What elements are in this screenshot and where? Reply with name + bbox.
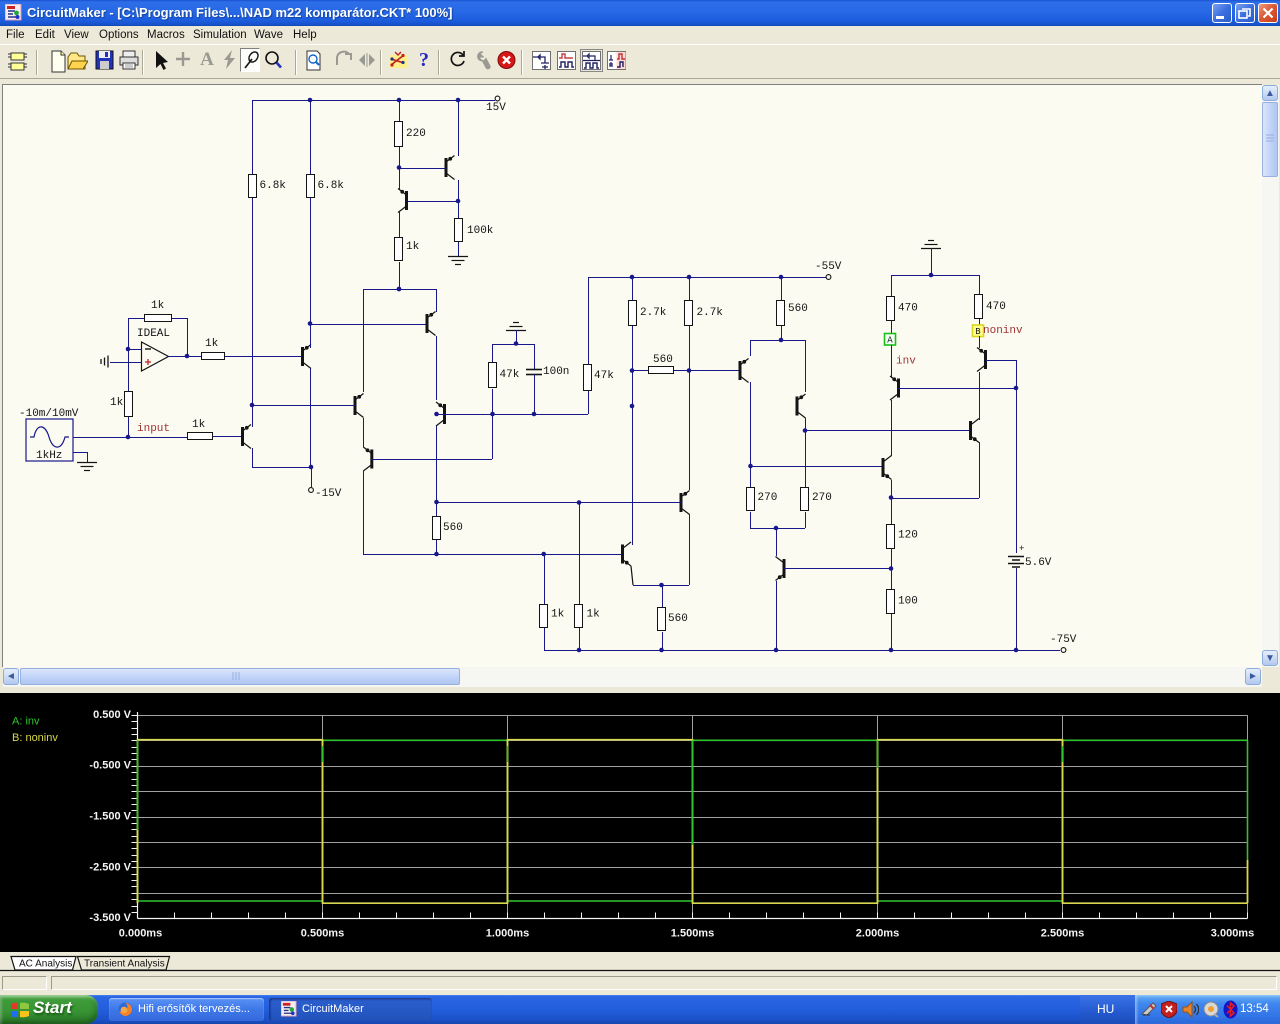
- svg-text:1k: 1k: [406, 241, 420, 253]
- svg-text:input: input: [137, 423, 170, 435]
- svg-text:1kHz: 1kHz: [36, 450, 62, 462]
- svg-text:560: 560: [668, 613, 688, 625]
- svg-text:1.000ms: 1.000ms: [486, 927, 529, 939]
- svg-text:2.7k: 2.7k: [697, 307, 724, 319]
- svg-text:220: 220: [406, 128, 426, 140]
- svg-text:15V: 15V: [486, 102, 506, 114]
- svg-text:2.500ms: 2.500ms: [1041, 927, 1084, 939]
- svg-text:-75V: -75V: [1050, 634, 1077, 646]
- svg-text:100: 100: [898, 595, 918, 607]
- svg-text:B: noninv: B: noninv: [12, 732, 58, 744]
- svg-text:-10m/10mV: -10m/10mV: [19, 408, 79, 420]
- svg-text:inv: inv: [896, 355, 916, 367]
- svg-text:560: 560: [443, 522, 463, 534]
- svg-text:6.8k: 6.8k: [260, 180, 287, 192]
- svg-text:100k: 100k: [467, 225, 494, 237]
- svg-text:?: ?: [419, 49, 429, 71]
- svg-text:1k: 1k: [192, 419, 206, 431]
- svg-text:1k: 1k: [205, 338, 219, 350]
- svg-text:+: +: [1019, 544, 1024, 554]
- svg-text:IDEAL: IDEAL: [137, 328, 170, 340]
- svg-text:5.6V: 5.6V: [1025, 557, 1052, 569]
- svg-text:1k: 1k: [151, 300, 165, 312]
- svg-text:-1.500 V: -1.500 V: [89, 811, 131, 823]
- svg-text:0.500 V: 0.500 V: [93, 709, 132, 721]
- svg-text:1k: 1k: [551, 608, 565, 620]
- svg-text:470: 470: [898, 302, 918, 314]
- svg-text:noninv: noninv: [983, 325, 1023, 337]
- svg-text:-55V: -55V: [815, 261, 842, 273]
- svg-text:560: 560: [653, 354, 673, 366]
- svg-text:-3.500 V: -3.500 V: [89, 912, 131, 924]
- svg-text:A: A: [200, 49, 214, 70]
- svg-text:1k: 1k: [110, 397, 124, 409]
- svg-text:2.000ms: 2.000ms: [856, 927, 899, 939]
- svg-text:-0.500 V: -0.500 V: [89, 760, 131, 772]
- svg-text:3.000ms: 3.000ms: [1211, 927, 1254, 939]
- svg-text:470: 470: [986, 301, 1006, 313]
- svg-text:560: 560: [788, 303, 808, 315]
- svg-text:1k: 1k: [587, 608, 601, 620]
- svg-text:A: inv: A: inv: [12, 716, 40, 728]
- svg-text:-2.500 V: -2.500 V: [89, 861, 131, 873]
- svg-text:0.000ms: 0.000ms: [119, 927, 162, 939]
- svg-text:Transient Analysis: Transient Analysis: [84, 959, 165, 970]
- svg-text:0.500ms: 0.500ms: [301, 927, 344, 939]
- svg-text:2.7k: 2.7k: [640, 307, 667, 319]
- svg-text:A: A: [887, 335, 893, 345]
- svg-text:-15V: -15V: [315, 488, 342, 500]
- svg-text:6.8k: 6.8k: [318, 180, 345, 192]
- svg-text:270: 270: [758, 492, 778, 504]
- svg-text:100n: 100n: [543, 366, 569, 378]
- svg-text:1.500ms: 1.500ms: [671, 927, 714, 939]
- svg-text:120: 120: [898, 529, 918, 541]
- svg-text:47k: 47k: [594, 370, 614, 382]
- svg-text:270: 270: [812, 492, 832, 504]
- svg-text:AC Analysis: AC Analysis: [19, 959, 72, 970]
- svg-text:47k: 47k: [500, 369, 520, 381]
- svg-text:B: B: [975, 327, 981, 337]
